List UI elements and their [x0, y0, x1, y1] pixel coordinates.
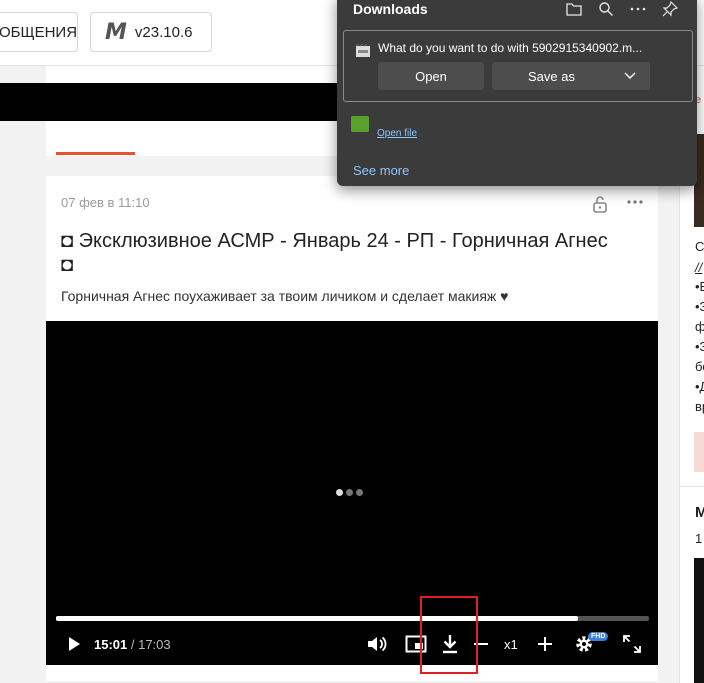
video-file-icon	[355, 43, 370, 57]
see-more-link[interactable]: See more	[353, 163, 409, 178]
speed-up-button[interactable]	[535, 633, 555, 655]
right-line: •З	[695, 339, 704, 354]
pin-icon[interactable]	[661, 0, 679, 18]
right-line: С	[695, 239, 704, 254]
right-line: •З	[695, 299, 704, 314]
right-divider	[680, 486, 704, 487]
post-description: Горничная Агнес поухаживает за твоим лич…	[61, 288, 509, 304]
m-logo-icon: M	[105, 19, 127, 45]
chevron-down-icon[interactable]	[624, 69, 636, 83]
video-player[interactable]: 15:01 / 17:03 x1 FHD	[46, 321, 658, 665]
right-count: 1	[695, 531, 703, 546]
save-as-label: Save as	[528, 68, 575, 84]
open-file-link[interactable]: Open file	[377, 128, 417, 139]
seek-bar[interactable]	[56, 616, 649, 621]
open-button[interactable]: Open	[378, 62, 484, 90]
left-gutter	[0, 66, 46, 683]
time-separator: /	[127, 637, 139, 652]
highlight-box	[420, 596, 478, 674]
right-media	[694, 558, 704, 683]
duration: 17:03	[138, 637, 171, 652]
play-icon	[69, 637, 80, 651]
messages-label: ОБЩЕНИЯ	[0, 23, 78, 41]
image-file-icon	[351, 116, 369, 132]
right-line: ф	[695, 319, 704, 334]
folder-icon[interactable]	[565, 0, 583, 18]
more-options-icon[interactable]	[626, 193, 644, 211]
right-heading: М	[695, 504, 704, 521]
version-label: v23.10.6	[134, 23, 193, 41]
post-card: 07 фев в 11:10 ◘ Эксклюзивное АСМР - Янв…	[46, 176, 658, 681]
open-label: Open	[415, 68, 447, 84]
loading-indicator	[336, 489, 363, 496]
save-as-button[interactable]: Save as	[492, 62, 650, 90]
volume-icon	[368, 636, 387, 652]
active-tab-indicator	[56, 152, 135, 155]
post-date: 07 фев в 11:10	[61, 195, 150, 210]
download-question: What do you want to do with 590291534090…	[378, 41, 643, 55]
right-line: бе	[695, 359, 704, 374]
search-icon[interactable]	[597, 0, 615, 18]
plus-icon	[538, 637, 552, 651]
download-item: What do you want to do with 590291534090…	[343, 30, 693, 102]
loading-dot	[356, 489, 363, 496]
unlock-icon	[592, 195, 608, 213]
quality-badge: FHD	[588, 632, 609, 641]
current-time: 15:01	[94, 637, 128, 652]
fullscreen-icon	[623, 635, 641, 653]
right-line: •Д	[695, 379, 704, 394]
right-line: //	[695, 260, 703, 275]
fullscreen-button[interactable]	[622, 633, 642, 655]
downloads-toolbar	[565, 0, 679, 18]
time-display: 15:01 / 17:03	[94, 637, 171, 652]
downloads-panel: Downloads What do you want to do with 59…	[337, 0, 697, 186]
seek-bar-progress	[56, 616, 578, 621]
right-line: •Е	[695, 279, 704, 294]
loading-dot	[336, 489, 343, 496]
right-button[interactable]	[694, 432, 704, 472]
more-icon[interactable]	[629, 0, 647, 18]
post-title: ◘ Эксклюзивное АСМР - Январь 24 - РП - Г…	[61, 230, 608, 276]
volume-button[interactable]	[366, 633, 388, 655]
version-button[interactable]: M v23.10.6	[90, 12, 212, 52]
loading-dot	[346, 489, 353, 496]
right-line: вр	[695, 399, 704, 414]
downloads-title: Downloads	[353, 1, 428, 17]
messages-button[interactable]: ОБЩЕНИЯ	[0, 12, 78, 52]
play-button[interactable]	[64, 633, 84, 655]
playback-speed: x1	[504, 637, 518, 652]
